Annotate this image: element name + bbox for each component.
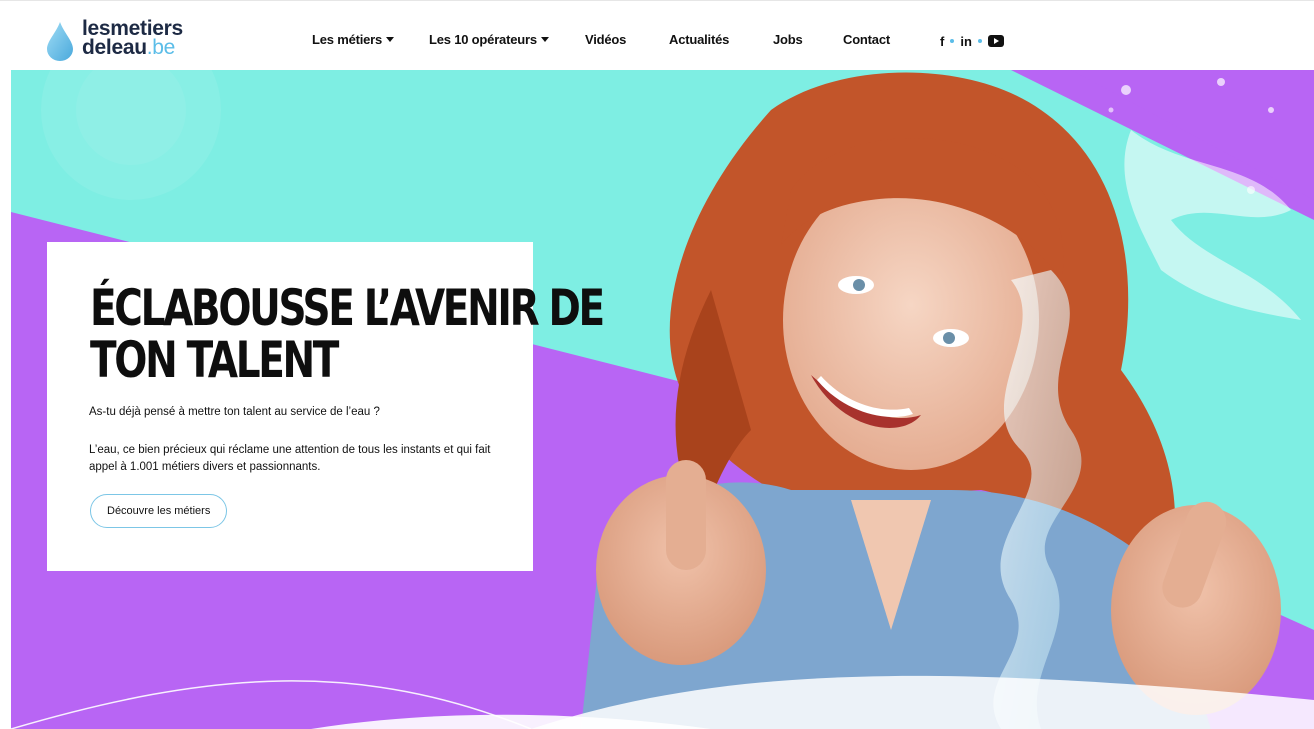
chevron-down-icon — [386, 37, 395, 42]
hero-card: ÉCLABOUSSE L’AVENIR DE TON TALENT As-tu … — [47, 242, 605, 571]
main-nav: Les métiers Les 10 opérateurs Vidéos Act… — [0, 1, 1314, 71]
nav-item-videos[interactable]: Vidéos — [585, 32, 626, 47]
nav-label: Actualités — [669, 32, 730, 47]
headline-line2: TON TALENT — [90, 331, 339, 389]
nav-item-operateurs[interactable]: Les 10 opérateurs — [429, 32, 549, 47]
nav-item-les-metiers[interactable]: Les métiers — [312, 32, 395, 47]
hero-section: ÉCLABOUSSE L’AVENIR DE TON TALENT As-tu … — [11, 70, 1314, 729]
facebook-icon[interactable]: f — [940, 34, 944, 49]
youtube-link[interactable] — [987, 35, 1004, 47]
hero-body: L’eau, ce bien précieux qui réclame une … — [89, 444, 491, 473]
linkedin-icon[interactable]: in — [960, 34, 972, 49]
nav-label: Les métiers — [312, 32, 383, 47]
nav-item-jobs[interactable]: Jobs — [773, 32, 803, 47]
nav-label: Vidéos — [585, 32, 627, 47]
nav-item-actualites[interactable]: Actualités — [669, 32, 729, 47]
headline-line1: ÉCLABOUSSE L’AVENIR DE — [90, 279, 605, 337]
social-links: f in — [940, 32, 1004, 50]
youtube-icon — [987, 35, 1004, 47]
separator-dot — [977, 39, 982, 43]
hero-headline: ÉCLABOUSSE L’AVENIR DE TON TALENT — [90, 279, 605, 389]
discover-metiers-button[interactable]: Découvre les métiers — [90, 494, 228, 528]
nav-label: Jobs — [773, 32, 803, 47]
hero-intro: As-tu déjà pensé à mettre ton talent au … — [89, 406, 380, 418]
chevron-down-icon — [540, 37, 549, 42]
site-header: lesmetiers deleau.be Les métiers Les 10 … — [0, 0, 1314, 70]
nav-label: Les 10 opérateurs — [429, 32, 537, 47]
separator-dot — [950, 39, 955, 43]
nav-label: Contact — [843, 32, 890, 47]
nav-item-contact[interactable]: Contact — [843, 32, 890, 47]
